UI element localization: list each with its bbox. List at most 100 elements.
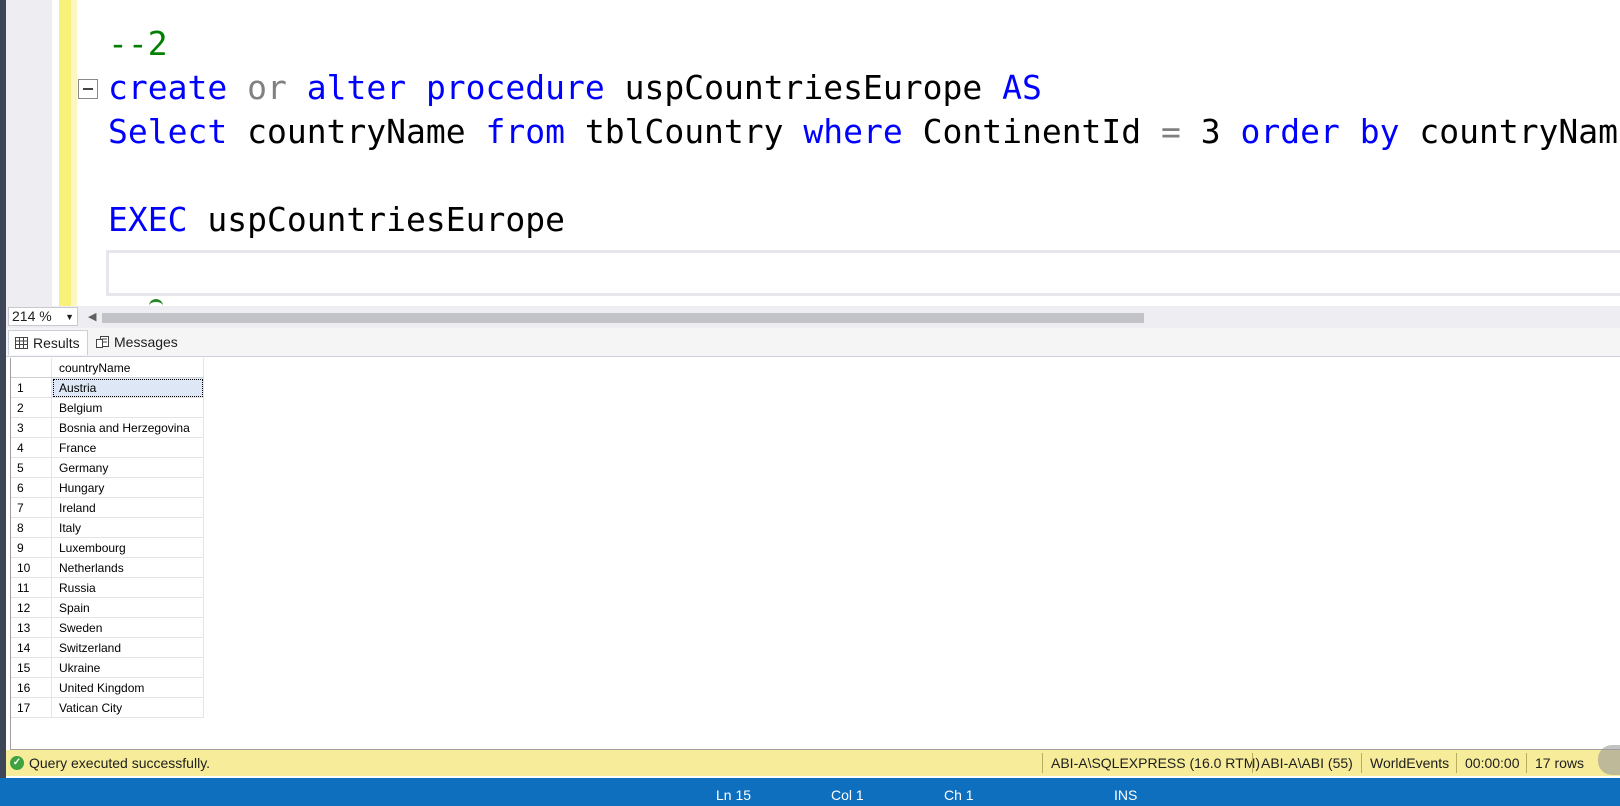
cell-countryName[interactable]: Spain: [51, 597, 204, 618]
cell-countryName[interactable]: Austria: [51, 377, 204, 398]
cell-countryName[interactable]: Belgium: [51, 397, 204, 418]
code-token: procedure: [425, 68, 605, 107]
table-row[interactable]: 12 Spain: [11, 597, 204, 618]
cell-countryName[interactable]: Sweden: [51, 617, 204, 638]
cell-countryName[interactable]: Italy: [51, 517, 204, 538]
code-token: 3: [1180, 112, 1241, 151]
table-row[interactable]: 17 Vatican City: [11, 697, 204, 718]
zoom-value: 214 %: [12, 308, 52, 324]
status-column-number: Col 1: [831, 787, 864, 803]
table-row[interactable]: 10 Netherlands: [11, 557, 204, 578]
column-header-countryName[interactable]: countryName: [51, 358, 204, 378]
cell-countryName[interactable]: Germany: [51, 457, 204, 478]
status-elapsed-time: 00:00:00: [1456, 753, 1520, 773]
code-token: Select: [108, 112, 228, 151]
row-number[interactable]: 9: [11, 537, 52, 558]
table-row[interactable]: 11 Russia: [11, 577, 204, 598]
code-token: --2: [108, 24, 168, 63]
grid-header-row: countryName: [11, 358, 204, 378]
resize-grip[interactable]: [1598, 745, 1620, 775]
query-status-bar: ✓ Query executed successfully. ABI-A\SQL…: [6, 750, 1620, 776]
tab-results-label: Results: [33, 335, 80, 351]
editor-status-bar: Ln 15 Col 1 Ch 1 INS: [0, 778, 1620, 806]
tab-messages[interactable]: Messages: [90, 330, 190, 355]
table-row[interactable]: 3 Bosnia and Herzegovina: [11, 417, 204, 438]
code-token: =: [1161, 112, 1181, 151]
table-row[interactable]: 6 Hungary: [11, 477, 204, 498]
status-user: ABI-A\ABI (55): [1252, 753, 1353, 773]
cell-countryName[interactable]: Netherlands: [51, 557, 204, 578]
horizontal-scrollbar-thumb[interactable]: [102, 313, 1144, 323]
cell-countryName[interactable]: Ukraine: [51, 657, 204, 678]
status-line-number: Ln 15: [716, 787, 752, 803]
code-token: or: [247, 68, 287, 107]
cell-countryName[interactable]: United Kingdom: [51, 677, 204, 698]
code-token: AS: [1002, 68, 1042, 107]
status-row-count: 17 rows: [1526, 753, 1584, 773]
code-token: order: [1240, 112, 1340, 151]
cell-countryName[interactable]: Hungary: [51, 477, 204, 498]
grid-icon: [15, 337, 28, 349]
row-number[interactable]: 4: [11, 437, 52, 458]
table-row[interactable]: 7 Ireland: [11, 497, 204, 518]
chevron-down-icon: ▼: [65, 312, 74, 322]
row-number[interactable]: 5: [11, 457, 52, 478]
code-token: EXEC: [108, 200, 188, 239]
zoom-select[interactable]: 214 % ▼: [8, 307, 78, 326]
table-row[interactable]: 2 Belgium: [11, 397, 204, 418]
row-number[interactable]: 1: [11, 377, 52, 398]
tab-results[interactable]: Results: [8, 330, 88, 355]
change-tracking-bar-light: [71, 0, 77, 306]
code-token: countryName: [227, 112, 486, 151]
row-number[interactable]: 8: [11, 517, 52, 538]
row-number[interactable]: 3: [11, 417, 52, 438]
table-row[interactable]: 15 Ukraine: [11, 657, 204, 678]
code-token: tblCountry: [564, 112, 804, 151]
query-editor[interactable]: --2 create or alter procedure uspCountri…: [6, 0, 1620, 306]
code-line: Select countryName from tblCountry where…: [108, 109, 1620, 155]
row-number[interactable]: 2: [11, 397, 52, 418]
row-number[interactable]: 10: [11, 557, 52, 578]
scroll-left-icon[interactable]: ◀: [88, 310, 96, 323]
row-number[interactable]: 7: [11, 497, 52, 518]
messages-icon: [96, 336, 109, 348]
row-number[interactable]: 13: [11, 617, 52, 638]
status-server: ABI-A\SQLEXPRESS (16.0 RTM): [1042, 753, 1260, 773]
row-number-header[interactable]: [11, 358, 52, 378]
results-grid[interactable]: countryName 1 Austria 2 Belgium 3 Bosnia and …: [11, 358, 204, 718]
code-token: ContinentId: [902, 112, 1162, 151]
table-row[interactable]: 8 Italy: [11, 517, 204, 538]
table-row[interactable]: 14 Switzerland: [11, 637, 204, 658]
table-row[interactable]: 9 Luxembourg: [11, 537, 204, 558]
code-token: create: [108, 68, 228, 107]
cell-countryName[interactable]: Ireland: [51, 497, 204, 518]
table-row[interactable]: 1 Austria: [11, 377, 204, 398]
row-number[interactable]: 12: [11, 597, 52, 618]
code-area[interactable]: --2 create or alter procedure uspCountri…: [108, 0, 1620, 273]
outline-collapse-icon[interactable]: [78, 79, 98, 99]
row-number[interactable]: 16: [11, 677, 52, 698]
partial-next-line-glyph: [149, 299, 163, 306]
status-char-number: Ch 1: [944, 787, 974, 803]
change-tracking-bar: [59, 0, 71, 306]
row-number[interactable]: 6: [11, 477, 52, 498]
row-number[interactable]: 17: [11, 697, 52, 718]
row-number[interactable]: 14: [11, 637, 52, 658]
row-number[interactable]: 11: [11, 577, 52, 598]
table-row[interactable]: 5 Germany: [11, 457, 204, 478]
code-token: where: [803, 112, 903, 151]
table-row[interactable]: 16 United Kingdom: [11, 677, 204, 698]
table-row[interactable]: 4 France: [11, 437, 204, 458]
code-token: countryName: [1399, 112, 1620, 151]
cell-countryName[interactable]: France: [51, 437, 204, 458]
table-row[interactable]: 13 Sweden: [11, 617, 204, 638]
cell-countryName[interactable]: Bosnia and Herzegovina: [51, 417, 204, 438]
cell-countryName[interactable]: Russia: [51, 577, 204, 598]
cell-countryName[interactable]: Vatican City: [51, 697, 204, 718]
cell-countryName[interactable]: Switzerland: [51, 637, 204, 658]
cell-countryName[interactable]: Luxembourg: [51, 537, 204, 558]
row-number[interactable]: 15: [11, 657, 52, 678]
